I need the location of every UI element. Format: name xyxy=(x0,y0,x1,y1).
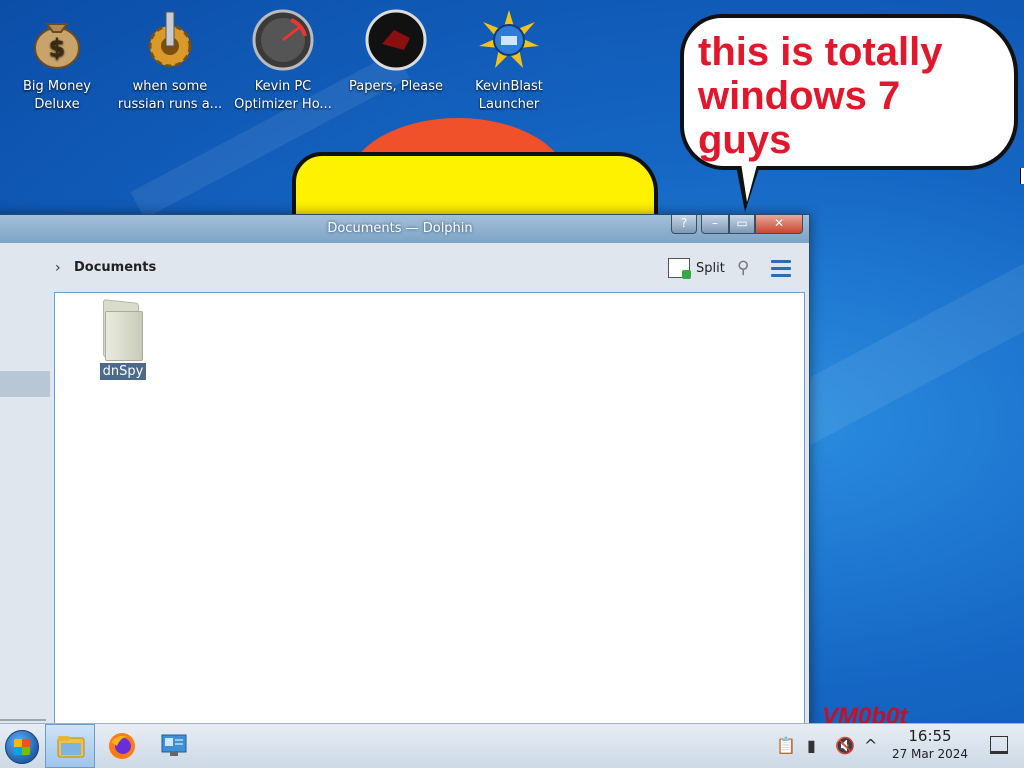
close-button[interactable]: ✕ xyxy=(755,215,803,234)
desktop-icon-label: when some xyxy=(132,79,208,94)
speedometer-icon xyxy=(251,8,315,72)
split-label: Split xyxy=(696,260,725,276)
desktop-icon-label: Big Money xyxy=(22,79,91,94)
speech-bubble-text: this is totally windows 7 guys xyxy=(698,30,943,162)
file-item-name: dnSpy xyxy=(99,363,147,380)
firefox-icon xyxy=(108,732,136,759)
clipboard-icon[interactable]: 📋 xyxy=(776,736,796,755)
sidebar-item-selected[interactable] xyxy=(0,371,50,397)
desktop-icon-papers-please[interactable]: Papers, Please xyxy=(341,8,451,96)
desktop-icon-kevin-pc-optimizer[interactable]: Kevin PC Optimizer Ho... xyxy=(228,8,338,114)
minimize-button[interactable]: – xyxy=(701,215,729,234)
system-settings-icon xyxy=(160,732,188,758)
taskbar: 📋 ▮ 🔇 ^ 16:55 27 Mar 2024 xyxy=(0,723,1024,768)
battery-icon[interactable]: ▮ xyxy=(807,736,816,755)
window-controls: ? – ▭ ✕ xyxy=(671,215,803,234)
split-button[interactable]: Split xyxy=(668,256,725,280)
chevron-up-icon[interactable]: ^ xyxy=(864,736,877,755)
desktop-icon-big-money-deluxe[interactable]: $ Big Money Deluxe xyxy=(2,8,112,114)
clock-time: 16:55 xyxy=(908,727,952,745)
desktop-icon-label: Optimizer Ho... xyxy=(234,97,332,112)
taskbar-firefox[interactable] xyxy=(97,724,147,768)
dolphin-window[interactable]: Documents — Dolphin ? – ▭ ✕ › Documents … xyxy=(0,214,810,736)
clock[interactable]: 16:55 27 Mar 2024 xyxy=(890,727,970,762)
show-desktop-button[interactable] xyxy=(990,736,1008,754)
split-view-icon xyxy=(668,258,691,279)
start-button[interactable] xyxy=(5,730,39,764)
file-view[interactable]: dnSpy xyxy=(54,292,805,735)
desktop-icon-label: KevinBlast xyxy=(475,79,543,94)
desktop-icon-label: Kevin PC xyxy=(254,79,312,94)
window-titlebar[interactable]: Documents — Dolphin ? – ▭ ✕ xyxy=(0,215,809,243)
desktop-icon-label: Launcher xyxy=(478,97,540,112)
volume-muted-icon[interactable]: 🔇 xyxy=(835,736,855,755)
money-bag-icon: $ xyxy=(25,8,89,72)
desktop-icon-label: Papers, Please xyxy=(348,79,444,94)
places-sidebar xyxy=(0,292,50,735)
file-manager-icon xyxy=(57,733,85,759)
taskbar-file-manager[interactable] xyxy=(45,724,95,768)
folder-icon xyxy=(101,299,145,361)
breadcrumb[interactable]: Documents xyxy=(74,260,156,275)
help-button[interactable]: ? xyxy=(671,215,697,234)
maximize-button[interactable]: ▭ xyxy=(729,215,755,234)
desktop-icon-label: Deluxe xyxy=(34,97,80,112)
search-icon[interactable]: ⚲ xyxy=(737,258,749,278)
mouse-cursor xyxy=(1020,168,1024,184)
desktop-icon-russian[interactable]: when some russian runs a... xyxy=(115,8,225,114)
chevron-right-icon[interactable]: › xyxy=(55,260,61,276)
toolbar: › Documents Split ⚲ xyxy=(0,244,809,292)
desktop-icon-kevinblast-launcher[interactable]: KevinBlast Launcher xyxy=(454,8,564,114)
papers-please-icon xyxy=(364,8,428,72)
sidebar-scrollbar[interactable] xyxy=(0,719,46,721)
disc-burst-icon xyxy=(477,8,541,72)
taskbar-system-settings[interactable] xyxy=(149,724,199,768)
file-item[interactable]: dnSpy xyxy=(83,299,163,380)
desktop-icon-label: russian runs a... xyxy=(117,97,223,112)
clock-date: 27 Mar 2024 xyxy=(891,747,969,761)
gear-syringe-icon xyxy=(138,8,202,72)
svg-text:$: $ xyxy=(49,34,66,62)
hamburger-menu-icon[interactable] xyxy=(771,260,791,281)
